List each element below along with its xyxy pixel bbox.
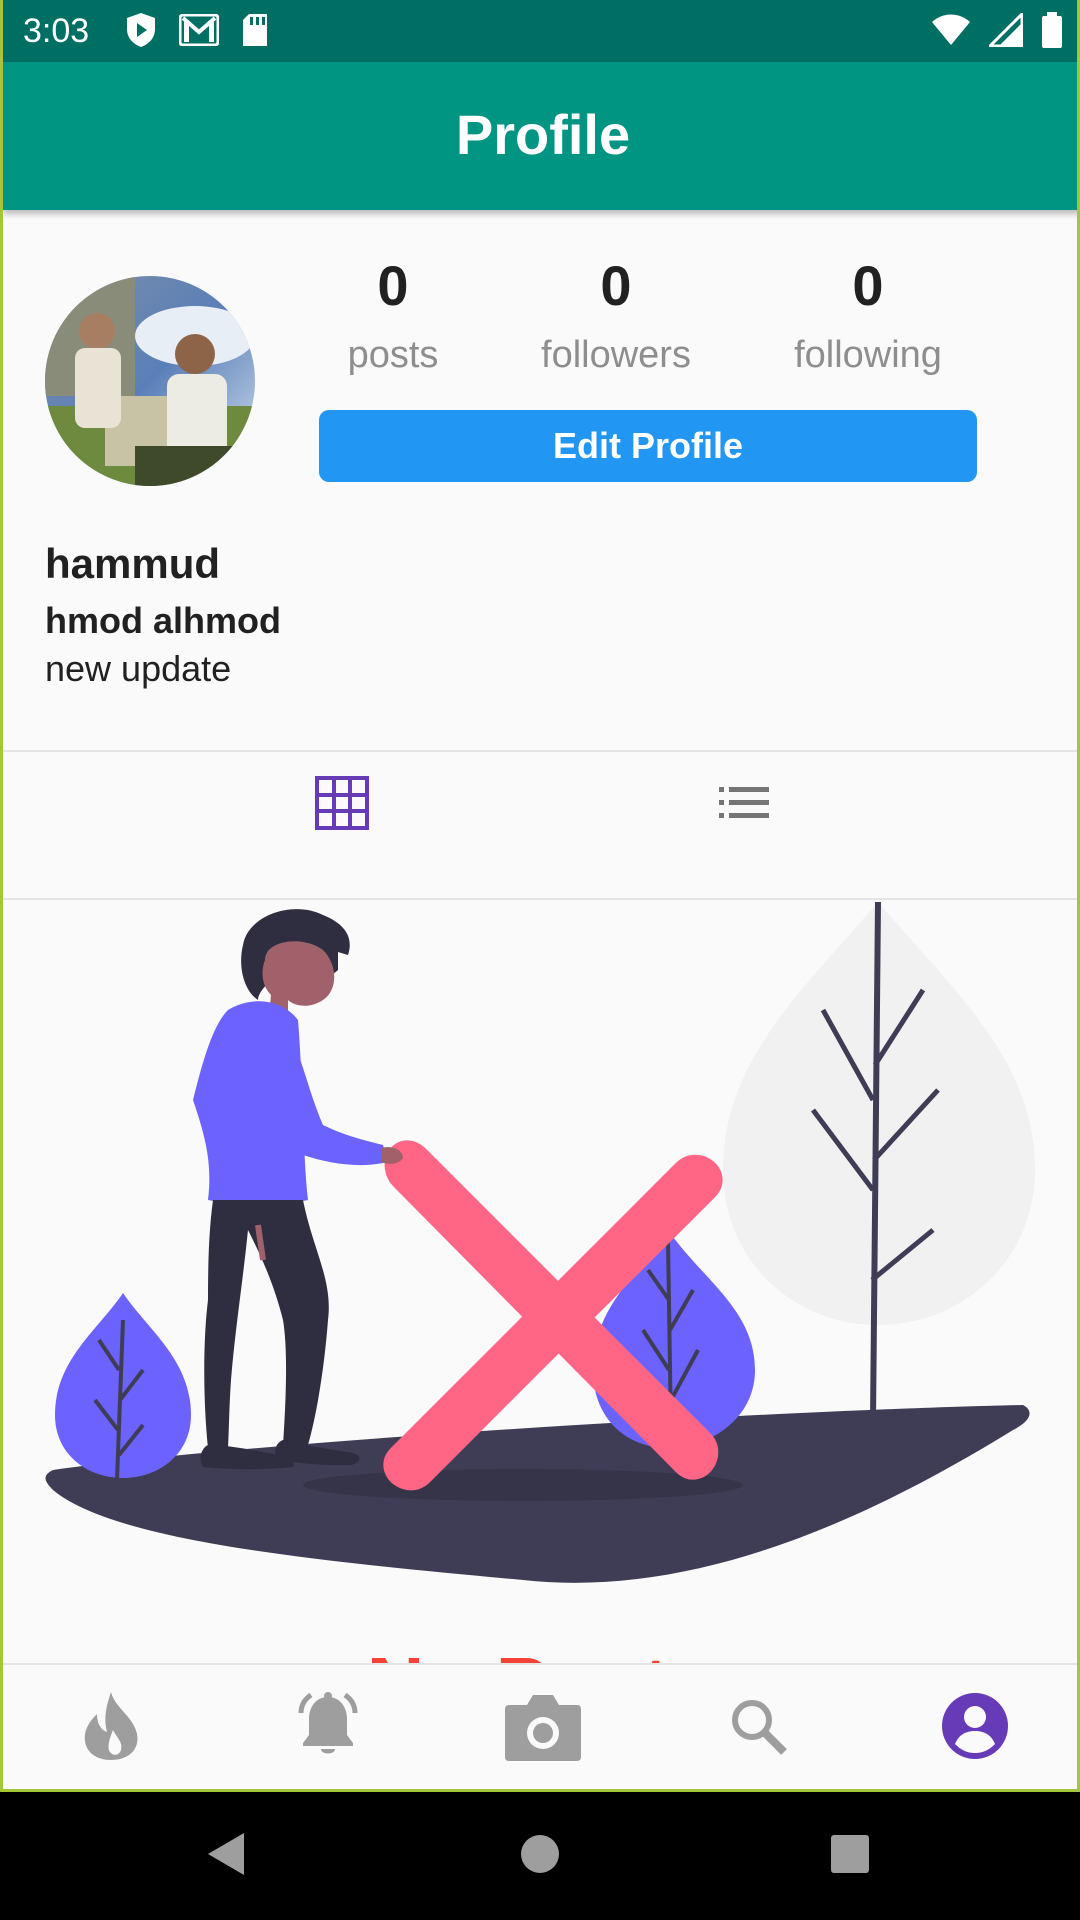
signal-icon [986, 10, 1024, 52]
play-protect-icon [125, 12, 157, 53]
full-name: hmod alhmod [45, 600, 281, 641]
bell-icon [293, 1691, 363, 1766]
list-view-toggle[interactable] [699, 760, 789, 850]
posts-label: posts [347, 334, 439, 376]
avatar[interactable] [45, 276, 255, 486]
app-bar: Profile [3, 62, 1077, 210]
home-icon [520, 1834, 560, 1879]
system-navigation-bar [0, 1792, 1080, 1920]
status-time: 3:03 [23, 12, 90, 50]
wifi-icon [931, 14, 971, 51]
followers-count: 0 [600, 254, 632, 317]
nav-camera[interactable] [498, 1683, 588, 1773]
nav-feed[interactable] [66, 1683, 156, 1773]
gmail-icon [178, 13, 220, 51]
stat-following[interactable]: 0 following [758, 250, 978, 388]
camera-icon [503, 1691, 583, 1766]
system-home-button[interactable] [512, 1828, 568, 1884]
system-recents-button[interactable] [822, 1828, 878, 1884]
fire-icon [83, 1690, 139, 1767]
posts-count: 0 [377, 254, 409, 317]
account-icon [941, 1692, 1009, 1765]
followers-label: followers [541, 334, 691, 376]
status-notification-icons [125, 12, 269, 53]
stat-posts[interactable]: 0 posts [283, 250, 503, 388]
grid-view-toggle[interactable] [297, 760, 387, 850]
following-label: following [794, 334, 942, 376]
nav-search[interactable] [713, 1683, 803, 1773]
following-count: 0 [852, 254, 884, 317]
status-system-icons [931, 10, 1063, 53]
divider [3, 750, 1077, 752]
status-bar: 3:03 [3, 0, 1077, 62]
empty-state-text: No Posts [3, 1640, 1077, 1664]
search-icon [728, 1696, 788, 1761]
bio: new update [45, 648, 232, 689]
battery-icon [1041, 12, 1063, 53]
stat-followers[interactable]: 0 followers [506, 250, 726, 388]
sd-card-icon [241, 13, 269, 52]
grid-icon [315, 775, 369, 835]
app-frame: 3:03 Profile 0 posts 0 followers 0 follo… [0, 0, 1080, 1792]
back-icon [204, 1831, 248, 1882]
nav-profile[interactable] [930, 1683, 1020, 1773]
edit-profile-button[interactable]: Edit Profile [319, 410, 977, 482]
system-back-button[interactable] [198, 1828, 254, 1884]
recents-icon [830, 1834, 870, 1879]
nav-notifications[interactable] [283, 1683, 373, 1773]
list-icon [719, 786, 769, 824]
bottom-navigation [3, 1663, 1077, 1789]
page-title: Profile [455, 103, 631, 166]
username: hammud [45, 540, 221, 587]
empty-state-illustration [3, 900, 1077, 1620]
